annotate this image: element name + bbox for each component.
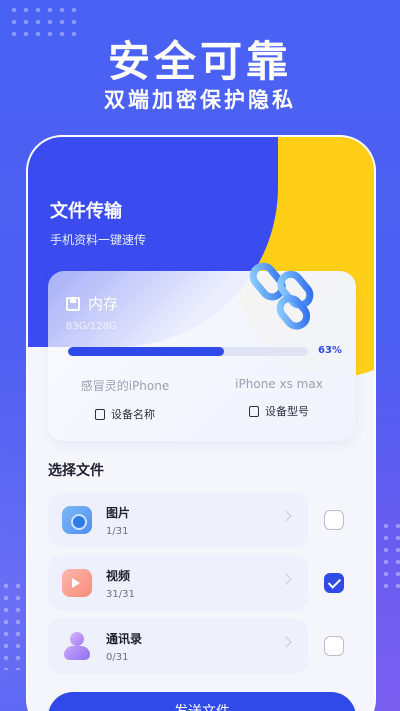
send-files-button[interactable]: 发送文件: [48, 692, 356, 711]
storage-card: 内存 83G/128G 63% 感冒灵的iPhone 设备名称 iPhone x…: [48, 262, 356, 441]
phone-frame: 文件传输 手机资料一键速传 内存 83G/128G 63% 感冒灵的iPhone…: [26, 135, 376, 711]
video-icon: [62, 569, 92, 597]
page-subtitle: 手机资料一键速传: [50, 233, 147, 247]
device-model-value: iPhone xs max: [235, 377, 323, 391]
file-count: 0/31: [106, 652, 129, 663]
storage-progress-fill: [68, 347, 224, 356]
file-name: 视频: [106, 569, 131, 583]
chevron-right-icon: [280, 510, 292, 522]
decor-dots: [380, 520, 400, 590]
checkbox-photos[interactable]: [324, 510, 344, 530]
device-name-label: 设备名称: [111, 408, 155, 421]
device-model-icon: [249, 405, 259, 417]
file-name: 图片: [106, 506, 131, 520]
device-model-label: 设备型号: [265, 405, 309, 418]
device-name-block: 感冒灵的iPhone 设备名称: [48, 377, 202, 422]
section-title: 选择文件: [48, 463, 104, 479]
checkbox-contacts[interactable]: [324, 636, 344, 656]
device-model-block: iPhone xs max 设备型号: [202, 377, 356, 422]
device-name-icon: [95, 408, 105, 420]
storage-amount: 83G/128G: [66, 321, 117, 332]
storage-label: 内存: [66, 293, 118, 314]
chevron-right-icon: [280, 573, 292, 585]
chevron-right-icon: [280, 636, 292, 648]
device-model-label-row: 设备型号: [202, 403, 356, 419]
page-title: 文件传输: [50, 201, 122, 222]
file-row-photos[interactable]: 图片 1/31: [48, 492, 308, 548]
contacts-icon: [62, 632, 92, 660]
file-count: 1/31: [106, 526, 129, 537]
device-name-value: 感冒灵的iPhone: [80, 379, 170, 393]
storage-progress-bar: [68, 347, 308, 356]
storage-percent: 63%: [318, 345, 342, 356]
chain-link-icon: [249, 262, 314, 330]
device-name-label-row: 设备名称: [48, 406, 202, 422]
checkbox-videos[interactable]: [324, 573, 344, 593]
hero-title: 安全可靠: [107, 37, 292, 86]
hero-subtitle: 双端加密保护隐私: [104, 88, 296, 112]
file-row-contacts[interactable]: 通讯录 0/31: [48, 618, 308, 674]
device-info: 感冒灵的iPhone 设备名称 iPhone xs max 设备型号: [48, 377, 356, 422]
file-row-videos[interactable]: 视频 31/31: [48, 555, 308, 611]
photo-icon: [62, 506, 92, 534]
file-name: 通讯录: [106, 632, 143, 646]
floppy-icon: [66, 296, 80, 311]
storage-label-text: 内存: [88, 295, 119, 313]
file-count: 31/31: [106, 589, 135, 600]
